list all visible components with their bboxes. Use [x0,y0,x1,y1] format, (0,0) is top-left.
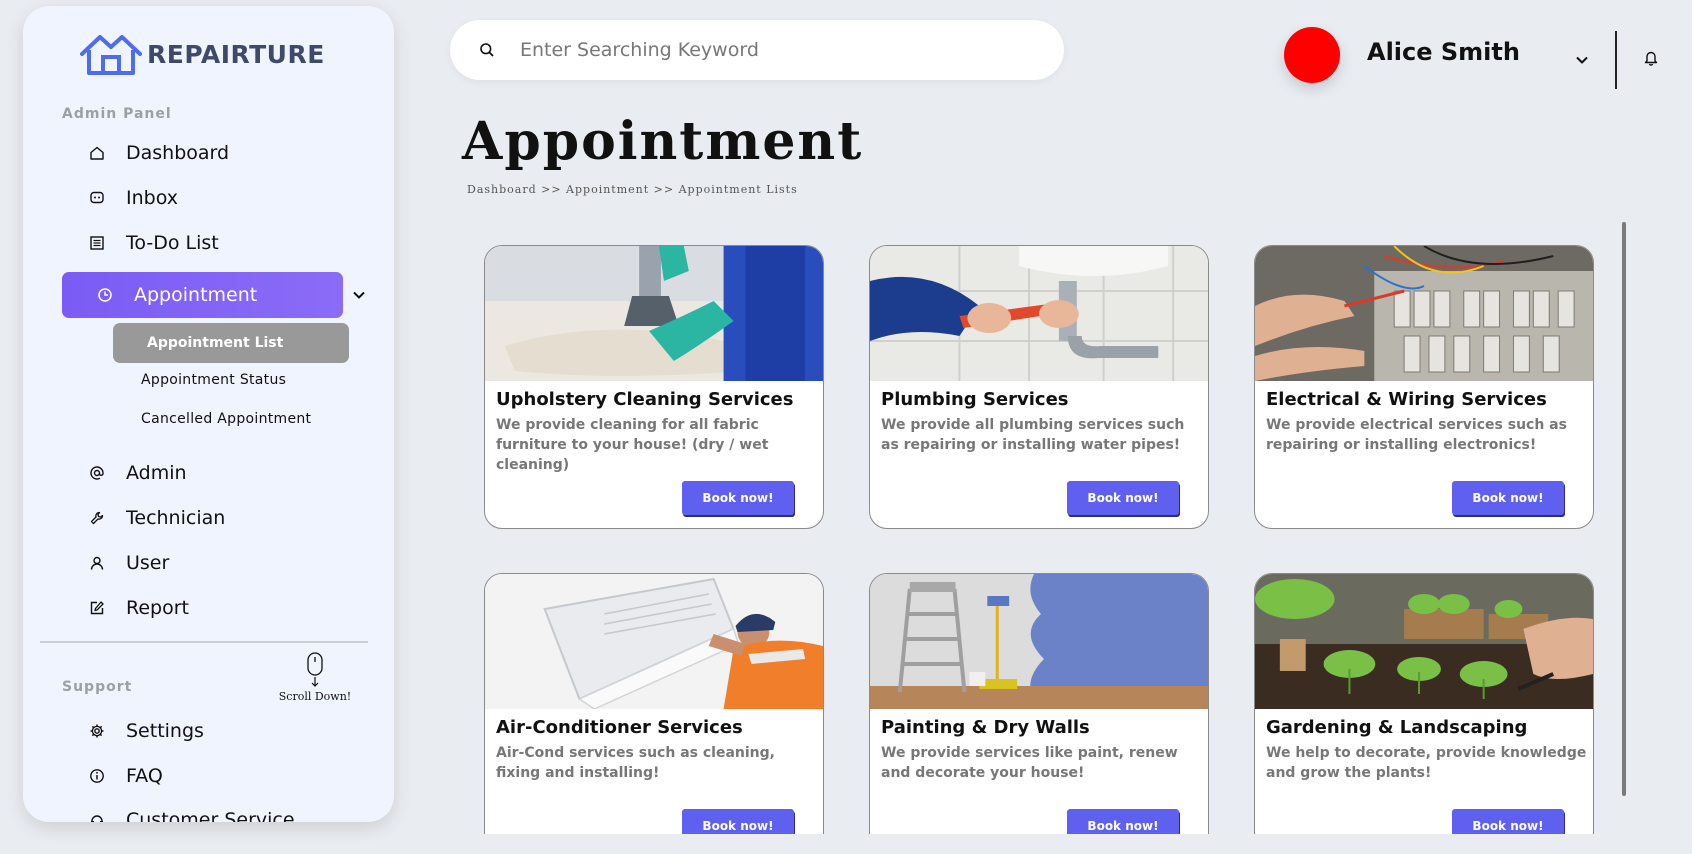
sidebar-item-label: Settings [126,720,204,742]
sidebar-item-customer-service[interactable]: Customer Service [85,805,295,822]
chevron-down-icon[interactable] [1576,49,1588,68]
sidebar-item-inbox[interactable]: Inbox [85,183,178,213]
service-card-upholstery: Upholstery Cleaning Services We provide … [484,245,824,529]
scroll-hint: Scroll Down! [275,652,355,703]
admin-panel-label: Admin Panel [62,106,172,122]
card-description: We provide services like paint, renew an… [881,745,1178,781]
painting-photo [870,574,1208,709]
sub-item-cancelled-appointment[interactable]: Cancelled Appointment [141,411,311,427]
book-now-button[interactable]: Book now! [1067,809,1179,834]
card-title: Painting & Dry Walls [881,717,1090,738]
sidebar-item-label: Customer Service [126,809,295,822]
header-divider [1615,31,1617,89]
sidebar-item-label: Inbox [126,187,178,209]
gear-icon [85,719,109,743]
page-title: Appointment [462,111,864,172]
user-name[interactable]: Alice Smith [1367,38,1520,66]
book-now-button[interactable]: Book now! [1067,481,1179,515]
service-card-painting: Painting & Dry Walls We provide services… [869,573,1209,834]
search-icon[interactable] [478,41,496,59]
card-title: Upholstery Cleaning Services [496,389,794,410]
sidebar-item-label: Admin [126,462,187,484]
home-icon [85,141,109,165]
avatar[interactable] [1284,27,1340,83]
card-title: Electrical & Wiring Services [1266,389,1547,410]
air-conditioner-photo [485,574,823,709]
card-title: Plumbing Services [881,389,1069,410]
sidebar-item-report[interactable]: Report [85,593,189,623]
gardening-photo [1255,574,1593,709]
sidebar-item-label: Technician [126,507,226,529]
book-now-button[interactable]: Book now! [682,809,794,834]
book-now-button[interactable]: Book now! [1452,481,1564,515]
scroll-hint-text: Scroll Down! [278,690,352,703]
content-scrollbar[interactable] [1622,222,1626,796]
service-card-gardening: Gardening & Landscaping We help to decor… [1254,573,1594,834]
breadcrumb: Dashboard >> Appointment >> Appointment … [467,183,798,196]
sidebar-item-label: Appointment [134,284,258,306]
sidebar-divider [40,641,368,643]
mouse-scroll-icon [307,652,323,687]
service-card-aircon: Air-Conditioner Services Air-Cond servic… [484,573,824,834]
card-description: We provide cleaning for all fabric furni… [496,417,769,473]
info-icon [85,764,109,788]
sidebar-item-label: Dashboard [126,142,230,164]
upholstery-cleaning-photo [485,246,823,381]
chevron-down-icon[interactable] [352,288,366,302]
service-cards: Upholstery Cleaning Services We provide … [470,222,1600,834]
card-description: We provide electrical services such as r… [1266,417,1567,453]
plumbing-photo [870,246,1208,381]
user-icon [85,551,109,575]
sub-item-appointment-list[interactable]: Appointment List [113,323,349,363]
card-title: Gardening & Landscaping [1266,717,1528,738]
sidebar-item-appointment[interactable]: Appointment [62,272,343,318]
brand-logo[interactable]: REPAIRTURE [78,32,325,76]
sidebar-item-settings[interactable]: Settings [85,716,204,746]
support-label: Support [62,679,133,695]
sidebar: REPAIRTURE Admin Panel Dashboard Inbox T… [23,6,394,822]
chat-icon [85,186,109,210]
edit-icon [85,596,109,620]
search-bar [450,20,1064,80]
card-description: We help to decorate, provide knowledge a… [1266,745,1587,781]
book-now-button[interactable]: Book now! [1452,809,1564,834]
sidebar-item-faq[interactable]: FAQ [85,761,163,791]
service-card-electrical: Electrical & Wiring Services We provide … [1254,245,1594,529]
headset-icon [85,808,109,822]
brand-name: REPAIRTURE [147,39,325,69]
chevron-down-icon[interactable] [352,821,366,822]
sidebar-item-technician[interactable]: Technician [85,503,225,533]
sidebar-item-dashboard[interactable]: Dashboard [85,138,229,168]
house-logo-icon [80,35,142,75]
sidebar-item-label: Report [126,597,189,619]
bell-icon[interactable] [1641,47,1661,67]
sidebar-item-admin[interactable]: Admin [85,458,187,488]
sidebar-item-label: User [126,552,170,574]
sidebar-item-user[interactable]: User [85,548,169,578]
clock-icon [93,283,117,307]
at-icon [85,461,109,485]
card-description: We provide all plumbing services such as… [881,417,1185,453]
sidebar-item-todo[interactable]: To-Do List [85,228,219,258]
card-title: Air-Conditioner Services [496,717,743,738]
service-card-plumbing: Plumbing Services We provide all plumbin… [869,245,1209,529]
wrench-icon [85,506,109,530]
electrical-wiring-photo [1255,246,1593,381]
book-now-button[interactable]: Book now! [682,481,794,515]
sub-item-appointment-status[interactable]: Appointment Status [141,372,286,388]
sidebar-item-label: FAQ [126,765,163,787]
card-description: Air-Cond services such as cleaning, fixi… [496,745,775,781]
sidebar-item-label: To-Do List [126,232,219,254]
search-input[interactable] [520,39,1020,61]
list-icon [85,231,109,255]
